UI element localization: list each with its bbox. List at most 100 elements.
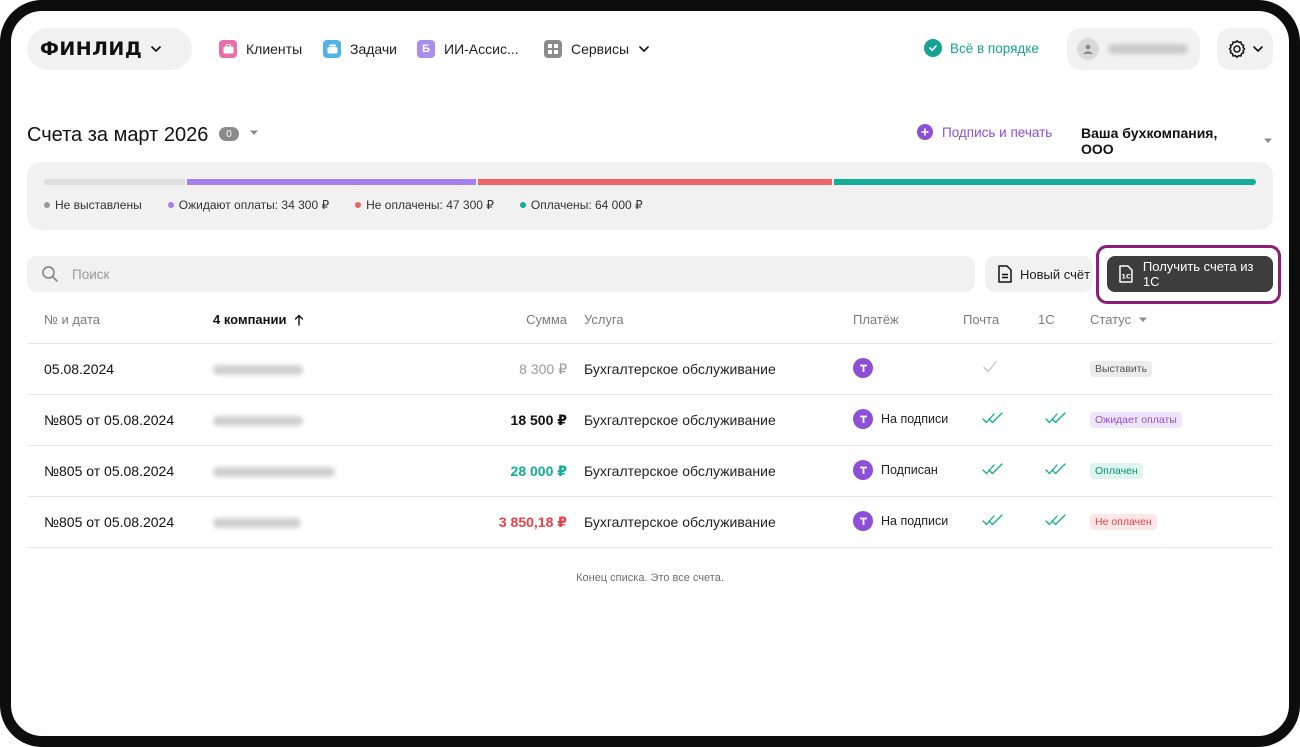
document-icon [998, 265, 1012, 283]
legend-item-awaiting: Ожидают оплаты: 34 300 ₽ [167, 198, 330, 212]
company-select[interactable]: Ваша бухкомпания, ООО [1081, 125, 1273, 157]
row-payment[interactable]: На подписи [853, 511, 948, 531]
status-badge: Выставить [1090, 361, 1153, 377]
logo-menu[interactable]: ФИНЛИД [27, 28, 192, 70]
caret-down-icon[interactable] [249, 129, 259, 137]
nav-clients-label: Клиенты [246, 41, 303, 57]
user-menu[interactable] [1067, 28, 1200, 70]
get-invoices-from-1c-label: Получить счета из 1С [1142, 259, 1254, 289]
mail-sent-check-icon [982, 360, 998, 377]
search-input[interactable] [72, 266, 872, 282]
page-header: Счета за март 2026 0 Подпись и печать Ва… [27, 124, 1273, 157]
onec-double-check-icon [1045, 513, 1067, 530]
payment-progress-bar [44, 179, 1256, 185]
header-service[interactable]: Услуга [584, 312, 624, 327]
chevron-down-icon [1252, 46, 1263, 53]
get-invoices-from-1c-button[interactable]: 1С Получить счета из 1С [1107, 256, 1273, 292]
legend-item-not-issued: Не выставлены [44, 198, 142, 212]
company-select-label: Ваша бухкомпания, ООО [1081, 125, 1218, 157]
progress-segment [187, 179, 476, 185]
header-mail[interactable]: Почта [963, 312, 999, 327]
nav-tasks[interactable]: Задачи [323, 38, 397, 60]
nav-tasks-label: Задачи [350, 41, 398, 57]
header-payment[interactable]: Платёж [853, 312, 899, 327]
payment-t-icon [853, 511, 873, 531]
header-status[interactable]: Статус [1090, 312, 1148, 327]
page-title: Счета за март 2026 [27, 124, 209, 146]
header-sum[interactable]: Сумма [526, 312, 567, 327]
chevron-down-icon [151, 46, 162, 53]
ai-assistant-icon: Б [417, 40, 435, 58]
nav-ai-assistant[interactable]: Б ИИ-Ассис... [417, 38, 519, 60]
row-service: Бухгалтерское обслуживание [584, 412, 776, 428]
header-1c[interactable]: 1С [1038, 312, 1055, 327]
row-company-blurred [213, 416, 303, 426]
row-company-blurred [213, 518, 301, 528]
table-row[interactable]: №805 от 05.08.2024 3 850,18 ₽ Бухгалтерс… [27, 497, 1273, 548]
onec-double-check-icon [1045, 462, 1067, 479]
table-row[interactable]: №805 от 05.08.2024 28 000 ₽ Бухгалтерско… [27, 446, 1273, 497]
header-num-date[interactable]: № и дата [44, 312, 100, 327]
progress-segment [44, 179, 185, 185]
user-name-blurred [1108, 44, 1188, 54]
legend-label: Не оплачены: 47 300 ₽ [366, 198, 494, 212]
payment-t-icon [853, 460, 873, 480]
document-1c-icon: 1С [1119, 265, 1133, 283]
system-status[interactable]: Всё в порядке [924, 39, 1039, 57]
row-company-blurred [213, 467, 335, 477]
check-circle-icon [924, 39, 942, 57]
nav-ai-assistant-label: ИИ-Ассис... [444, 41, 519, 57]
header-status-label: Статус [1090, 312, 1132, 327]
legend-label: Оплачены: 64 000 ₽ [530, 198, 643, 212]
table-row[interactable]: 05.08.2024 8 300 ₽ Бухгалтерское обслужи… [27, 344, 1273, 395]
grid-icon [544, 40, 562, 58]
payment-t-icon [853, 409, 873, 429]
caret-down-icon [1139, 317, 1148, 322]
row-payment[interactable]: На подписи [853, 409, 948, 429]
svg-text:1С: 1С [1121, 272, 1130, 280]
header-company[interactable]: 4 компании [213, 312, 304, 327]
settings-menu[interactable] [1217, 28, 1273, 70]
mail-double-check-icon [982, 513, 1004, 530]
row-number-date: №805 от 05.08.2024 [44, 412, 175, 428]
legend-dot [519, 202, 526, 208]
progress-segment [478, 179, 832, 185]
invoices-table: № и дата 4 компании Сумма Услуга Платёж … [27, 302, 1273, 548]
user-icon [1083, 44, 1093, 54]
row-payment[interactable]: Подписан [853, 460, 938, 480]
nav-clients[interactable]: Клиенты [219, 38, 302, 60]
onec-double-check-icon [1045, 411, 1067, 428]
legend-item-paid: Оплачены: 64 000 ₽ [519, 198, 643, 212]
row-sum: 28 000 ₽ [510, 463, 567, 479]
row-sum: 18 500 ₽ [510, 412, 567, 428]
new-invoice-button[interactable]: Новый счёт [985, 256, 1093, 292]
caret-down-icon [1264, 138, 1273, 143]
status-badge: Ожидает оплаты [1090, 412, 1182, 428]
app-window: ФИНЛИД Клиенты Задачи Б ИИ-Ассис... Серв… [0, 0, 1300, 747]
row-number-date: №805 от 05.08.2024 [44, 514, 175, 530]
legend-dot [355, 202, 362, 208]
row-service: Бухгалтерское обслуживание [584, 514, 776, 530]
legend-dot [44, 202, 50, 208]
app-logo: ФИНЛИД [40, 38, 143, 60]
nav-services[interactable]: Сервисы [544, 38, 650, 60]
header-company-label: 4 компании [213, 312, 287, 327]
end-of-list-note: Конец списка. Это все счета. [576, 572, 724, 584]
payment-t-icon [853, 358, 873, 378]
row-payment-label: На подписи [881, 514, 949, 528]
sign-and-print-button[interactable]: Подпись и печать [917, 124, 1052, 140]
chevron-down-icon [639, 46, 649, 53]
row-company-blurred [213, 365, 303, 375]
table-header: № и дата 4 компании Сумма Услуга Платёж … [27, 302, 1273, 344]
sign-and-print-label: Подпись и печать [942, 124, 1053, 140]
status-badge: Не оплачен [1090, 514, 1157, 530]
row-payment-label: Подписан [881, 463, 938, 477]
row-service: Бухгалтерское обслуживание [584, 361, 776, 377]
new-invoice-label: Новый счёт [1020, 266, 1091, 282]
legend-dot [167, 202, 174, 208]
legend-label: Ожидают оплаты: 34 300 ₽ [178, 198, 330, 212]
row-payment[interactable] [853, 358, 881, 378]
table-row[interactable]: №805 от 05.08.2024 18 500 ₽ Бухгалтерско… [27, 395, 1273, 446]
tasks-icon [323, 40, 341, 58]
status-badge: Оплачен [1090, 463, 1143, 479]
